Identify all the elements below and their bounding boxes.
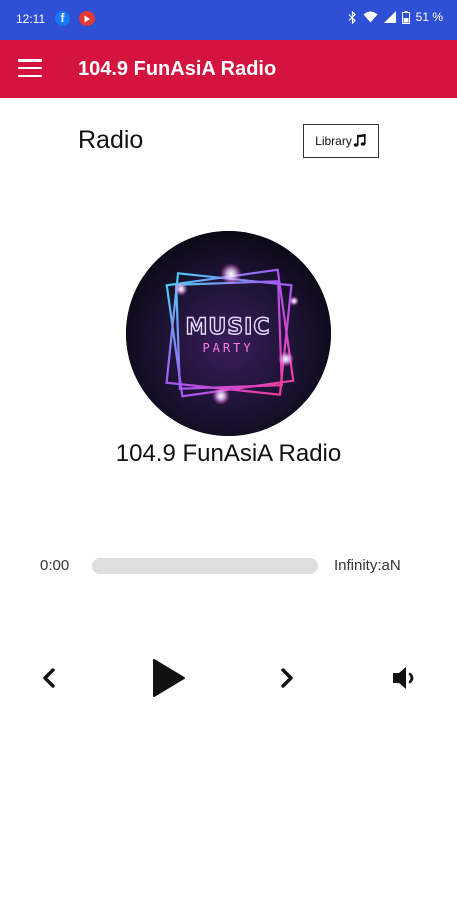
youtube-icon	[79, 11, 95, 26]
artwork-text-party: PARTY	[202, 341, 253, 355]
battery-icon	[401, 10, 410, 24]
volume-icon	[393, 667, 414, 689]
bluetooth-icon	[348, 10, 356, 24]
progress-bar[interactable]	[92, 558, 318, 574]
status-time: 12:11	[16, 12, 46, 26]
page-title: Radio	[78, 126, 144, 154]
volume-button[interactable]	[391, 665, 419, 696]
facebook-icon: f	[55, 11, 70, 26]
current-time: 0:00	[40, 557, 70, 574]
wifi-icon	[363, 11, 378, 23]
previous-button[interactable]	[40, 666, 58, 695]
app-title: 104.9 FunAsiA Radio	[78, 58, 277, 80]
cell-signal-icon	[383, 11, 396, 23]
play-icon	[153, 659, 185, 697]
battery-percent: 51 %	[415, 10, 443, 24]
play-button[interactable]	[151, 658, 187, 703]
library-button-label: Library	[315, 134, 352, 148]
previous-icon	[43, 668, 55, 688]
music-note-icon	[353, 134, 366, 147]
next-button[interactable]	[278, 666, 296, 695]
status-bar: 12:11 f 51 %	[0, 0, 457, 40]
system-status: 51 %	[348, 10, 443, 24]
station-name: 104.9 FunAsiA Radio	[115, 440, 342, 467]
station-artwork: MUSIC PARTY	[126, 231, 331, 436]
next-icon	[281, 668, 293, 688]
duration-time: Infinity:aN	[334, 557, 401, 574]
hamburger-menu-icon[interactable]	[18, 59, 42, 79]
app-bar: 104.9 FunAsiA Radio	[0, 40, 457, 98]
library-button[interactable]: Library	[303, 124, 379, 158]
artwork-text-music: MUSIC	[186, 315, 271, 340]
